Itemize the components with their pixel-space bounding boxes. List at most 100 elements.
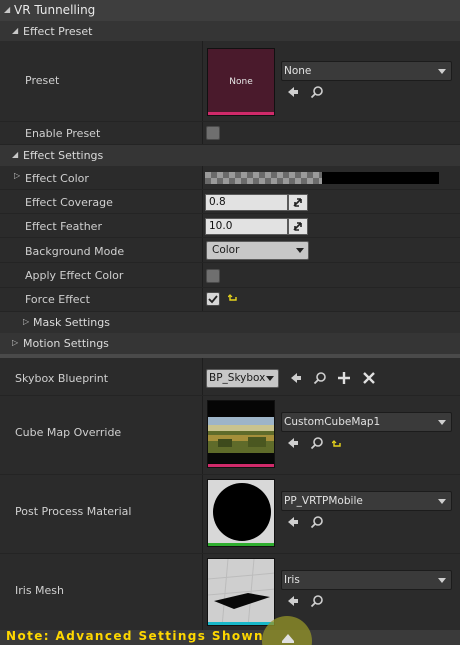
clear-icon[interactable]	[361, 371, 377, 387]
cubemap-thumbnail[interactable]	[207, 400, 275, 468]
browse-search-icon[interactable]	[309, 515, 325, 531]
section-title: Effect Settings	[23, 149, 104, 162]
browse-search-icon[interactable]	[309, 594, 325, 610]
property-row-post-process-material: Post Process Material PP_VRTPMobile	[0, 475, 460, 554]
material-dropdown[interactable]: PP_VRTPMobile	[281, 491, 452, 511]
column-divider	[202, 358, 203, 395]
dropdown-value: Iris	[284, 574, 300, 586]
column-divider	[202, 554, 203, 633]
color-swatch[interactable]	[322, 172, 439, 184]
chevron-down-icon	[438, 420, 446, 425]
apply-effect-color-checkbox[interactable]	[206, 269, 220, 283]
browse-search-icon[interactable]	[312, 371, 328, 387]
property-row-effect-color: ▷ Effect Color	[0, 166, 460, 190]
color-swatch-alpha[interactable]	[205, 172, 322, 184]
add-icon[interactable]	[336, 371, 352, 387]
expand-triangle-icon[interactable]: ▷	[14, 171, 20, 180]
dropdown-value: Color	[212, 244, 240, 256]
preset-thumbnail[interactable]: None	[207, 48, 275, 116]
property-row-force-effect: Force Effect	[0, 288, 460, 312]
collapse-triangle-icon[interactable]: ◢	[4, 5, 10, 14]
column-divider	[202, 263, 203, 287]
background-mode-dropdown[interactable]: Color	[206, 241, 309, 260]
column-divider	[202, 166, 203, 189]
column-divider	[202, 475, 203, 553]
property-label: Enable Preset	[25, 127, 101, 140]
column-divider	[202, 396, 203, 474]
skybox-class-dropdown[interactable]: BP_Skybox	[206, 369, 279, 388]
column-divider	[202, 122, 203, 144]
enable-preset-checkbox[interactable]	[206, 126, 220, 140]
collapse-triangle-icon[interactable]: ◢	[12, 150, 18, 159]
cube-map-dropdown[interactable]: CustomCubeMap1	[281, 412, 452, 432]
dropdown-value: CustomCubeMap1	[284, 416, 381, 428]
chevron-down-icon	[296, 248, 304, 253]
property-row-skybox-blueprint: Skybox Blueprint BP_Skybox	[0, 358, 460, 396]
column-divider	[202, 41, 203, 121]
slider-drag-icon[interactable]	[288, 218, 308, 235]
collapse-triangle-icon[interactable]: ◢	[12, 26, 18, 35]
use-selected-arrow-icon[interactable]	[288, 371, 304, 387]
section-title: Motion Settings	[23, 337, 109, 350]
asset-type-bar	[208, 112, 274, 115]
section-title: Effect Preset	[23, 25, 93, 38]
effect-coverage-input[interactable]: 0.8	[205, 194, 288, 211]
property-row-cube-map-override: Cube Map Override CustomCubeMap1	[0, 396, 460, 475]
browse-search-icon[interactable]	[309, 85, 325, 101]
property-label: Cube Map Override	[15, 426, 122, 439]
section-header-effect-settings[interactable]: ◢ Effect Settings	[0, 145, 460, 166]
category-title: VR Tunnelling	[14, 3, 96, 17]
use-selected-arrow-icon[interactable]	[285, 515, 301, 531]
column-divider	[202, 238, 203, 262]
collapse-advanced-arrow-icon[interactable]	[282, 634, 294, 641]
use-selected-arrow-icon[interactable]	[285, 436, 301, 452]
column-divider	[202, 288, 203, 311]
property-row-effect-feather: Effect Feather 10.0	[0, 214, 460, 238]
material-thumbnail[interactable]	[207, 479, 275, 547]
force-effect-checkbox[interactable]	[206, 292, 220, 306]
asset-type-bar	[208, 622, 274, 625]
property-label: Apply Effect Color	[25, 269, 124, 282]
section-header-mask-settings[interactable]: ▷ Mask Settings	[0, 312, 460, 333]
iris-mesh-dropdown[interactable]: Iris	[281, 570, 452, 590]
property-row-apply-effect-color: Apply Effect Color	[0, 263, 460, 288]
expand-triangle-icon[interactable]: ▷	[23, 317, 29, 326]
advanced-settings-note: Note: Advanced Settings Shown	[6, 629, 264, 643]
reset-to-default-icon[interactable]	[331, 440, 342, 450]
collapse-advanced-bar-icon	[282, 641, 294, 643]
reset-to-default-icon[interactable]	[227, 294, 238, 304]
effect-feather-input[interactable]: 10.0	[205, 218, 288, 235]
dropdown-value: None	[284, 65, 312, 77]
chevron-down-icon	[266, 376, 274, 381]
category-header-vr-tunnelling[interactable]: ◢ VR Tunnelling	[0, 0, 460, 21]
property-label: Effect Color	[25, 172, 89, 185]
section-header-effect-preset[interactable]: ◢ Effect Preset	[0, 21, 460, 41]
mesh-thumbnail[interactable]	[207, 558, 275, 626]
use-selected-arrow-icon[interactable]	[285, 85, 301, 101]
property-row-effect-coverage: Effect Coverage 0.8	[0, 190, 460, 214]
section-title: Mask Settings	[33, 316, 110, 329]
section-header-motion-settings[interactable]: ▷ Motion Settings	[0, 333, 460, 354]
use-selected-arrow-icon[interactable]	[285, 594, 301, 610]
property-label: Effect Feather	[25, 220, 102, 233]
property-label: Skybox Blueprint	[15, 372, 109, 385]
column-divider	[202, 214, 203, 237]
chevron-down-icon	[438, 499, 446, 504]
thumbnail-text: None	[229, 77, 253, 87]
property-row-enable-preset: Enable Preset	[0, 122, 460, 145]
asset-type-bar	[208, 464, 274, 467]
slider-drag-icon[interactable]	[288, 194, 308, 211]
chevron-down-icon	[438, 69, 446, 74]
property-row-preset: Preset None None	[0, 41, 460, 122]
property-label: Iris Mesh	[15, 584, 65, 597]
property-label: Post Process Material	[15, 505, 132, 518]
dropdown-value: PP_VRTPMobile	[284, 495, 363, 507]
property-row-iris-mesh: Iris Mesh Iris	[0, 554, 460, 634]
column-divider	[202, 190, 203, 213]
browse-search-icon[interactable]	[309, 436, 325, 452]
expand-triangle-icon[interactable]: ▷	[12, 338, 18, 347]
dropdown-value: BP_Skybox	[209, 372, 266, 384]
preset-dropdown[interactable]: None	[281, 61, 452, 81]
chevron-down-icon	[438, 578, 446, 583]
property-row-background-mode: Background Mode Color	[0, 238, 460, 263]
